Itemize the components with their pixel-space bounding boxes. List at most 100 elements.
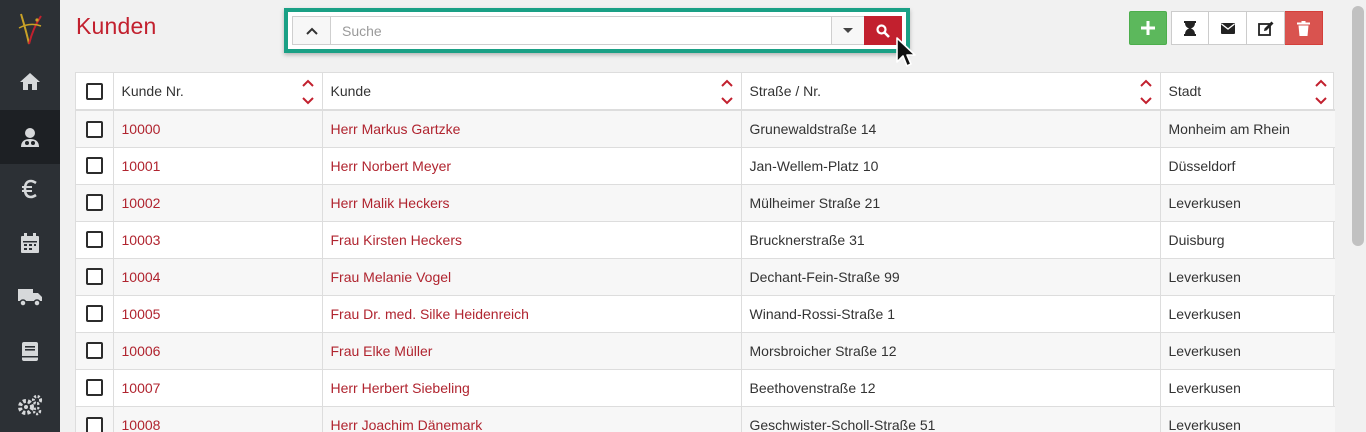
history-button[interactable] [1171, 11, 1209, 45]
customer-number[interactable]: 10003 [113, 220, 323, 258]
table-row[interactable]: 10004 Frau Melanie Vogel Dechant-Fein-St… [76, 257, 1335, 295]
nav-customers[interactable] [0, 110, 60, 164]
customer-name[interactable]: Frau Dr. med. Silke Heidenreich [322, 294, 742, 332]
add-icon [1141, 21, 1155, 35]
street: Geschwister-Scholl-Straße 51 [741, 405, 1161, 432]
street: Dechant-Fein-Straße 99 [741, 257, 1161, 295]
trash-icon [1297, 20, 1310, 36]
table-row[interactable]: 10002 Herr Malik Heckers Mülheimer Straß… [76, 183, 1335, 221]
search-input[interactable] [331, 17, 831, 44]
city: Monheim am Rhein [1160, 109, 1335, 147]
column-header[interactable]: Kunde Nr. [113, 73, 323, 111]
city: Düsseldorf [1160, 146, 1335, 184]
nav-book[interactable] [0, 324, 60, 378]
settings-icon [18, 394, 43, 416]
table-row[interactable]: 10001 Herr Norbert Meyer Jan-Wellem-Plat… [76, 146, 1335, 184]
customer-number[interactable]: 10002 [113, 183, 323, 221]
edit-icon [1257, 21, 1273, 36]
customer-number[interactable]: 10007 [113, 368, 323, 406]
street: Grunewaldstraße 14 [741, 109, 1161, 147]
city: Leverkusen [1160, 183, 1335, 221]
row-checkbox[interactable] [85, 268, 103, 286]
caret-down-icon [843, 27, 853, 33]
table-row[interactable]: 10007 Herr Herbert Siebeling Beethovenst… [76, 368, 1335, 406]
sort-icon[interactable] [720, 77, 733, 107]
city: Leverkusen [1160, 331, 1335, 369]
street: Winand-Rossi-Straße 1 [741, 294, 1161, 332]
select-all-cell [76, 73, 114, 111]
customer-name[interactable]: Frau Elke Müller [322, 331, 742, 369]
customer-name[interactable]: Frau Kirsten Heckers [322, 220, 742, 258]
hourglass-icon [1184, 20, 1196, 36]
street: Beethovenstraße 12 [741, 368, 1161, 406]
collapse-button[interactable] [293, 17, 331, 44]
row-checkbox[interactable] [85, 157, 103, 175]
customer-number[interactable]: 10004 [113, 257, 323, 295]
scrollbar-thumb[interactable] [1352, 6, 1364, 246]
row-checkbox[interactable] [85, 231, 103, 249]
street: Brucknerstraße 31 [741, 220, 1161, 258]
delete-button[interactable] [1285, 11, 1323, 45]
email-button[interactable] [1209, 11, 1247, 45]
row-checkbox[interactable] [85, 416, 103, 432]
sort-icon[interactable] [1315, 77, 1327, 107]
customer-number[interactable]: 10005 [113, 294, 323, 332]
page-scrollbar[interactable] [1350, 0, 1366, 432]
select-all-checkbox[interactable] [85, 82, 103, 100]
city: Duisburg [1160, 220, 1335, 258]
nav-finance[interactable] [0, 162, 60, 216]
street: Mülheimer Straße 21 [741, 183, 1161, 221]
table-header: Kunde Nr. Kunde Straße / Nr. Stadt [76, 73, 1335, 111]
app-logo[interactable] [0, 0, 60, 56]
table-row[interactable]: 10005 Frau Dr. med. Silke Heidenreich Wi… [76, 294, 1335, 332]
table-row[interactable]: 10000 Herr Markus Gartzke Grunewaldstraß… [76, 109, 1335, 147]
customer-number[interactable]: 10001 [113, 146, 323, 184]
nav-calendar[interactable] [0, 216, 60, 270]
customer-number[interactable]: 10006 [113, 331, 323, 369]
table-row[interactable]: 10008 Herr Joachim Dänemark Geschwister-… [76, 405, 1335, 432]
customers-icon [21, 128, 39, 147]
city: Leverkusen [1160, 405, 1335, 432]
nav-home[interactable] [0, 54, 60, 108]
truck-icon [18, 289, 42, 307]
page-title: Kunden [76, 13, 157, 39]
chevron-up-icon [305, 27, 318, 35]
row-checkbox[interactable] [85, 379, 103, 397]
customer-name[interactable]: Herr Herbert Siebeling [322, 368, 742, 406]
column-header[interactable]: Kunde [322, 73, 742, 111]
customer-name[interactable]: Herr Joachim Dänemark [322, 405, 742, 432]
row-checkbox[interactable] [85, 342, 103, 360]
customer-number[interactable]: 10000 [113, 109, 323, 147]
search-options-button[interactable] [831, 17, 864, 44]
row-checkbox[interactable] [85, 305, 103, 323]
city: Leverkusen [1160, 294, 1335, 332]
column-header[interactable]: Stadt [1160, 73, 1335, 111]
search-highlight [284, 8, 910, 53]
customer-name[interactable]: Frau Melanie Vogel [322, 257, 742, 295]
row-checkbox[interactable] [85, 194, 103, 212]
sort-icon[interactable] [301, 77, 314, 107]
nav-delivery[interactable] [0, 270, 60, 324]
customer-name[interactable]: Herr Markus Gartzke [322, 109, 742, 147]
customer-name[interactable]: Herr Norbert Meyer [322, 146, 742, 184]
column-header[interactable]: Straße / Nr. [741, 73, 1161, 111]
sort-icon[interactable] [1139, 77, 1152, 107]
mouse-cursor-icon [896, 37, 916, 67]
customer-table: Kunde Nr. Kunde Straße / Nr. Stadt 10000… [75, 72, 1335, 432]
row-checkbox[interactable] [85, 120, 103, 138]
customer-name[interactable]: Herr Malik Heckers [322, 183, 742, 221]
book-icon [22, 341, 38, 361]
city: Leverkusen [1160, 368, 1335, 406]
calendar-icon [21, 232, 39, 253]
search-icon [876, 23, 890, 38]
table-row[interactable]: 10006 Frau Elke Müller Morsbroicher Stra… [76, 331, 1335, 369]
city: Leverkusen [1160, 257, 1335, 295]
customer-number[interactable]: 10008 [113, 405, 323, 432]
nav-settings[interactable] [0, 378, 60, 432]
add-button[interactable] [1129, 11, 1167, 45]
search-bar [292, 16, 902, 45]
table-row[interactable]: 10003 Frau Kirsten Heckers Brucknerstraß… [76, 220, 1335, 258]
euro-icon [22, 179, 37, 199]
street: Jan-Wellem-Platz 10 [741, 146, 1161, 184]
edit-button[interactable] [1247, 11, 1285, 45]
